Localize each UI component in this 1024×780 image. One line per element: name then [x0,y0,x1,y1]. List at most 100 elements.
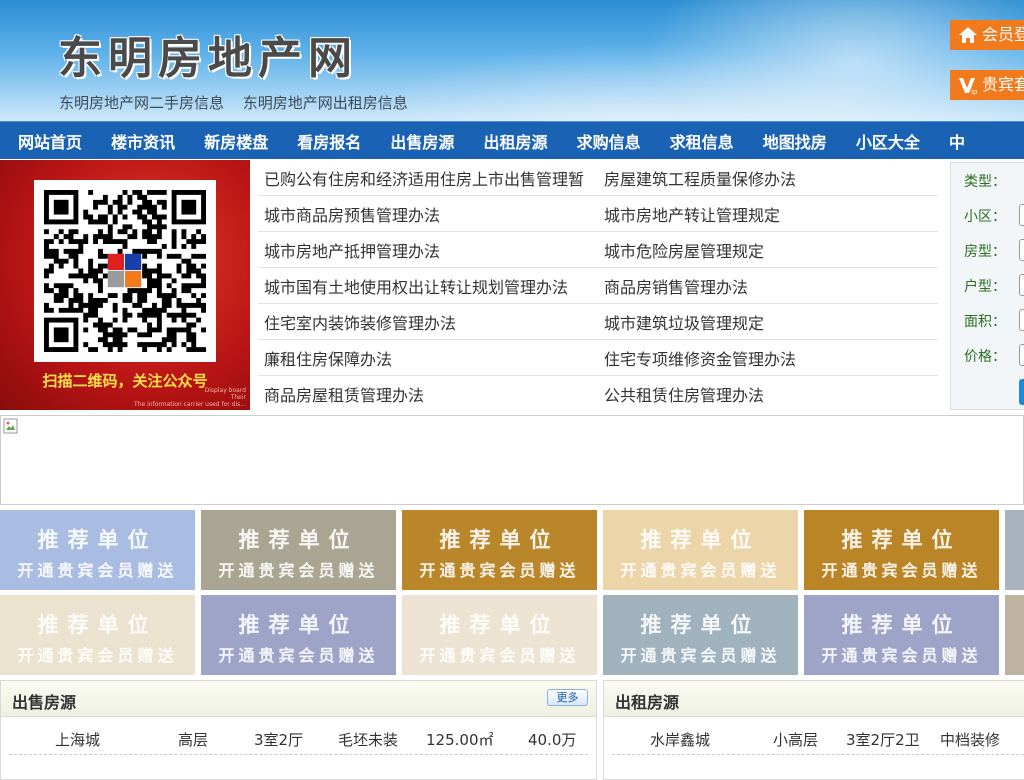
policy-links: 已购公有住房和经济适用住房上市出售管理暂 房屋建筑工程质量保修办法 城市商品房预… [258,160,938,410]
policy-row: 城市国有土地使用权出让转让规划管理办法 商品房销售管理办法 [258,268,938,304]
more-button[interactable]: 更多 [547,689,588,706]
policy-link[interactable]: 廉租住房保障办法 [258,346,598,370]
policy-row: 商品房屋租赁管理办法 公共租赁住房管理办法 [258,376,938,412]
search-price-label: 价格： [964,349,1006,365]
policy-link[interactable]: 商品房销售管理办法 [598,274,938,298]
listing-price: 40.0万 [528,731,577,749]
policy-link[interactable]: 城市房地产转让管理规定 [598,202,938,226]
area-input[interactable] [1019,309,1024,331]
nav-market-news[interactable]: 楼市资讯 [93,129,186,153]
nav-wanted-buy[interactable]: 求购信息 [559,129,652,153]
site-title[interactable]: 东明房地产网 [58,22,358,86]
layout-select[interactable] [1019,274,1024,296]
policy-link[interactable]: 城市商品房预售管理办法 [258,202,598,226]
home-icon [959,27,977,43]
qr-finder-pattern [53,327,69,343]
recommend-tile[interactable]: 推荐单位 开通贵宾会员赠送 [0,595,195,675]
policy-link[interactable]: 商品房屋租赁管理办法 [258,382,598,406]
member-login-button[interactable]: 会员登 [950,20,1024,50]
ad-banner-image[interactable] [0,415,1024,505]
listing-decoration: 中档装修 [940,731,1001,749]
tile-title: 推荐单位 [841,528,962,552]
policy-link[interactable]: 住宅专项维修资金管理办法 [598,346,938,370]
policy-link[interactable]: 城市危险房屋管理规定 [598,238,938,262]
qr-logo-block [107,271,125,288]
qr-banner[interactable]: 扫描二维码，关注公众号 Display board Their The info… [0,160,250,410]
tile-subtitle: 开通贵宾会员赠送 [620,561,781,580]
recommend-tiles: 推荐单位 开通贵宾会员赠送 推荐单位 开通贵宾会员赠送 推荐单位 开通贵宾会员赠… [0,510,1024,675]
search-area-label: 面积： [964,314,1006,330]
recommend-tile[interactable]: 推荐单位 开通贵宾会员赠送 [603,595,798,675]
recommend-tile[interactable]: 推荐单位 开通贵宾会员赠送 [402,510,597,590]
policy-link[interactable]: 住宅室内装饰装修管理办法 [258,310,598,334]
tile-title: 推荐单位 [439,613,560,637]
policy-link[interactable]: 已购公有住房和经济适用住房上市出售管理暂 [258,166,598,190]
vip-package-button[interactable]: ip 贵宾套 [950,70,1024,100]
listing-building-type: 小高层 [773,731,819,749]
qr-finder-pattern [53,199,69,215]
rent-panel-header: 出租房源 [604,681,1024,717]
nav-wanted-rent[interactable]: 求租信息 [652,129,745,153]
nav-more[interactable]: 中 [931,129,1024,153]
tile-title: 推荐单位 [238,528,359,552]
policy-link[interactable]: 城市房地产抵押管理办法 [258,238,598,262]
policy-row: 廉租住房保障办法 住宅专项维修资金管理办法 [258,340,938,376]
qr-logo-block [125,253,142,271]
listing-community[interactable]: 水岸鑫城 [650,729,710,750]
nav-viewing-signup[interactable]: 看房报名 [279,129,372,153]
policy-row: 已购公有住房和经济适用住房上市出售管理暂 房屋建筑工程质量保修办法 [258,160,938,196]
policy-link[interactable]: 房屋建筑工程质量保修办法 [598,166,938,190]
listing-community[interactable]: 上海城 [55,729,100,750]
rent-panel-title: 出租房源 [615,693,680,712]
search-room-label: 房型： [964,244,1006,260]
tile-subtitle: 开通贵宾会员赠送 [218,646,379,665]
member-login-label: 会员登 [982,25,1024,44]
tile-subtitle: 开通贵宾会员赠送 [821,646,982,665]
recommend-tile[interactable]: 推荐单位 开通贵宾会员赠送 [0,510,195,590]
tile-title: 推荐单位 [640,613,761,637]
recommend-tile[interactable]: 推荐单位 开通贵宾会员赠送 [804,510,999,590]
community-input[interactable] [1019,204,1024,226]
tile-subtitle: 开通贵宾会员赠送 [620,646,781,665]
sale-panel-title: 出售房源 [12,693,77,712]
tile-title: 推荐单位 [37,613,158,637]
tile-title: 推荐单位 [37,528,158,552]
nav-map-search[interactable]: 地图找房 [745,129,838,153]
vip-package-label: 贵宾套 [982,75,1024,94]
search-button[interactable] [1019,379,1024,405]
recommend-tile[interactable]: 推荐单位 开通贵宾会员赠送 [603,510,798,590]
qr-logo-block [107,253,125,271]
rental-link[interactable]: 东明房地产网出租房信息 [243,94,408,112]
qr-logo-block [125,271,142,288]
nav-home[interactable]: 网站首页 [0,129,93,153]
nav-communities[interactable]: 小区大全 [838,129,931,153]
recommend-tile[interactable]: 推荐单位 开通贵宾会员赠送 [402,595,597,675]
nav-new-homes[interactable]: 新房楼盘 [186,129,279,153]
recommend-tile[interactable]: 推荐单位 开通贵宾会员赠送 [201,510,396,590]
tile-title: 推荐单位 [841,613,962,637]
sale-listing-row[interactable]: 上海城 高层 3室2厅 毛坯未装 125.00㎡ 40.0万 [9,719,588,755]
search-community-label: 小区： [964,209,1006,225]
tile-subtitle: 开通贵宾会员赠送 [419,561,580,580]
recommend-tile[interactable]: 推荐单位 开通贵宾会员赠送 [201,595,396,675]
site-header: 东明房地产网 东明房地产网二手房信息 东明房地产网出租房信息 会员登 ip 贵宾… [0,0,1024,121]
secondhand-link[interactable]: 东明房地产网二手房信息 [59,94,224,112]
recommend-tile[interactable] [1005,595,1024,675]
recommend-tile[interactable]: 推荐单位 开通贵宾会员赠送 [804,595,999,675]
rent-listing-row[interactable]: 水岸鑫城 小高层 3室2厅2卫 中档装修 [612,719,1024,755]
tile-subtitle: 开通贵宾会员赠送 [17,561,178,580]
tile-subtitle: 开通贵宾会员赠送 [419,646,580,665]
nav-for-sale[interactable]: 出售房源 [372,129,465,153]
policy-link[interactable]: 城市国有土地使用权出让转让规划管理办法 [258,274,598,298]
tile-subtitle: 开通贵宾会员赠送 [821,561,982,580]
recommend-tile[interactable] [1005,510,1024,590]
main-nav: 网站首页 楼市资讯 新房楼盘 看房报名 出售房源 出租房源 求购信息 求租信息 … [0,121,1024,159]
nav-for-rent[interactable]: 出租房源 [465,129,558,153]
policy-link[interactable]: 公共租赁住房管理办法 [598,382,938,406]
listing-layout: 3室2厅2卫 [846,731,920,749]
policy-link[interactable]: 城市建筑垃圾管理规定 [598,310,938,334]
qr-code [34,180,216,362]
price-input[interactable] [1019,344,1024,366]
room-select[interactable] [1019,239,1024,261]
policy-row: 城市房地产抵押管理办法 城市危险房屋管理规定 [258,232,938,268]
